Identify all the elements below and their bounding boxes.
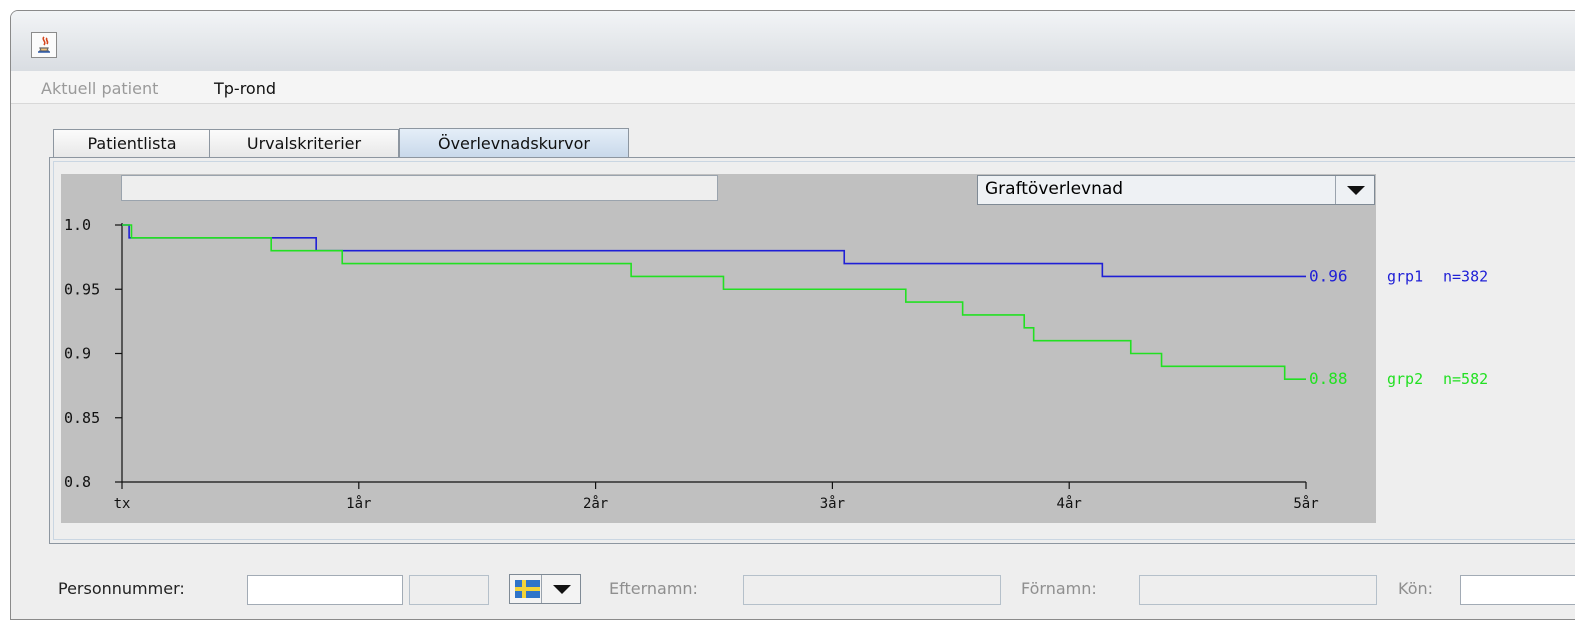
personnummer-label: Personnummer:	[58, 579, 185, 598]
kon-label: Kön:	[1398, 579, 1434, 598]
search-bar: Personnummer: Efternamn: Förnamn: Kön:	[0, 560, 1575, 613]
java-cup-icon	[38, 36, 50, 53]
kon-input[interactable]	[1460, 575, 1575, 605]
tab-overlevnadskurvor[interactable]: Överlevnadskurvor	[399, 128, 629, 158]
chart-title-field[interactable]	[121, 175, 718, 201]
curve-type-select[interactable]: Graftöverlevnad	[977, 175, 1375, 205]
fornamn-label: Förnamn:	[1021, 579, 1097, 598]
chart-area	[61, 174, 1376, 523]
curve-type-value: Graftöverlevnad	[985, 179, 1124, 199]
sweden-flag-icon	[515, 580, 540, 598]
title-bar[interactable]	[11, 11, 1575, 71]
fornamn-input[interactable]	[1139, 575, 1377, 605]
java-app-icon[interactable]	[31, 32, 57, 58]
chevron-down-icon[interactable]	[1335, 176, 1374, 204]
menu-bar: Aktuell patient Tp-rond	[11, 71, 1575, 104]
menu-tp-rond[interactable]: Tp-rond	[214, 79, 276, 98]
country-select[interactable]	[509, 574, 581, 604]
chevron-down-icon[interactable]	[541, 575, 580, 603]
personnummer-suffix-input[interactable]	[409, 575, 489, 605]
tab-urvalskriterier[interactable]: Urvalskriterier	[209, 129, 399, 157]
tab-patientlista[interactable]: Patientlista	[53, 129, 211, 157]
efternamn-input[interactable]	[743, 575, 1001, 605]
efternamn-label: Efternamn:	[609, 579, 698, 598]
personnummer-input[interactable]	[247, 575, 403, 605]
menu-aktuell-patient[interactable]: Aktuell patient	[41, 79, 158, 98]
